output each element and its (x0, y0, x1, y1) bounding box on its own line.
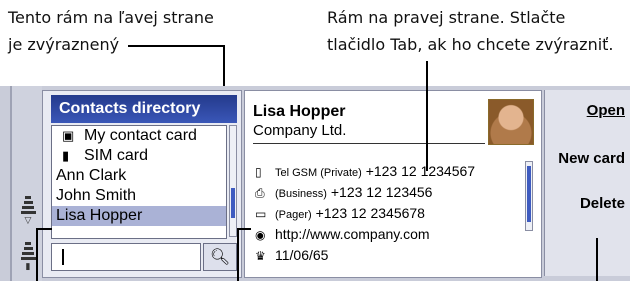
annotation-pointer (596, 238, 598, 281)
divider (253, 143, 485, 144)
annotation-pointer (237, 228, 251, 230)
sim-card-icon: ▮ (62, 148, 70, 163)
field-row-mobile[interactable]: ▯ Tel GSM (Private) +123 12 1234567 (255, 161, 525, 182)
delete-button[interactable]: Delete (580, 195, 625, 212)
battery-level-icon: ▮ (18, 236, 38, 272)
search-button[interactable]: 🔍︎ (203, 243, 237, 271)
contact-company: Company Ltd. (253, 122, 347, 139)
list-item-label: SIM card (84, 147, 149, 164)
annotation-left-line2: je zvýraznený (8, 35, 120, 54)
annotation-pointer (36, 228, 52, 230)
details-scrollbar[interactable] (525, 161, 533, 231)
annotation-left-line1: Tento rám na ľavej strane (8, 8, 214, 27)
field-value: +123 12 2345678 (315, 205, 425, 221)
signal-strength-icon: ▽ (18, 190, 38, 226)
open-button[interactable]: Open (587, 102, 625, 119)
field-label: (Business) (275, 188, 327, 200)
device-screen: ▽ ▮ Contacts directory ▣ My contact card … (0, 86, 630, 281)
field-label: Tel GSM (Private) (275, 167, 362, 179)
field-row-web[interactable]: ◉ http://www.company.com (255, 224, 525, 245)
annotation-pointer (237, 228, 239, 281)
contacts-scrollbar[interactable] (229, 125, 237, 237)
fax-icon: ⎙ (255, 186, 265, 200)
text-cursor (62, 249, 64, 265)
search-input[interactable] (51, 243, 201, 271)
field-row-birthday[interactable]: ♛ 11/06/65 (255, 245, 525, 266)
contact-photo (488, 99, 534, 145)
contacts-title: Contacts directory (51, 95, 237, 123)
birthday-icon: ♛ (255, 249, 266, 263)
new-card-button[interactable]: New card (558, 150, 625, 167)
annotation-right-line1: Rám na pravej strane. Stlačte (327, 8, 566, 27)
list-item-label: My contact card (84, 127, 197, 144)
command-pane: Open New card Delete (544, 90, 630, 276)
annotation-pointer (426, 61, 428, 171)
magnifier-icon: 🔍︎ (209, 249, 231, 266)
contacts-list[interactable]: ▣ My contact card ▮ SIM card Ann Clark Joh… (51, 125, 227, 239)
annotation-pointer (36, 228, 38, 281)
annotation-pointer (128, 45, 224, 47)
scrollbar-thumb[interactable] (527, 166, 531, 222)
list-item-my-contact-card[interactable]: ▣ My contact card (52, 126, 226, 146)
scrollbar-thumb[interactable] (231, 188, 235, 218)
mobile-phone-icon: ▯ (255, 165, 262, 179)
list-item-john-smith[interactable]: John Smith (52, 186, 226, 206)
contacts-pane[interactable]: Contacts directory ▣ My contact card ▮ SIM… (42, 90, 242, 278)
field-value: +123 12 1234567 (365, 163, 476, 179)
pager-icon: ▭ (255, 207, 267, 221)
list-item-lisa-hopper[interactable]: Lisa Hopper (52, 206, 226, 226)
annotation-right-line2: tlačidlo Tab, ak ho chcete zvýrazniť. (327, 35, 614, 54)
web-icon: ◉ (255, 228, 266, 242)
field-value: 11/06/65 (275, 247, 329, 263)
contact-fields: ▯ Tel GSM (Private) +123 12 1234567 ⎙ (Bus… (255, 161, 525, 273)
field-row-business[interactable]: ⎙ (Business) +123 12 123456 (255, 182, 525, 203)
contact-card-icon: ▣ (62, 128, 75, 143)
field-row-pager[interactable]: ▭ (Pager) +123 12 2345678 (255, 203, 525, 224)
field-value: +123 12 123456 (330, 184, 433, 200)
contact-name: Lisa Hopper (253, 103, 346, 120)
list-item-sim-card[interactable]: ▮ SIM card (52, 146, 226, 166)
field-label: (Pager) (275, 209, 312, 221)
list-item-ann-clark[interactable]: Ann Clark (52, 166, 226, 186)
field-value: http://www.company.com (275, 226, 430, 242)
details-pane[interactable]: Lisa Hopper Company Ltd. ▯ Tel GSM (Priva… (244, 90, 542, 278)
